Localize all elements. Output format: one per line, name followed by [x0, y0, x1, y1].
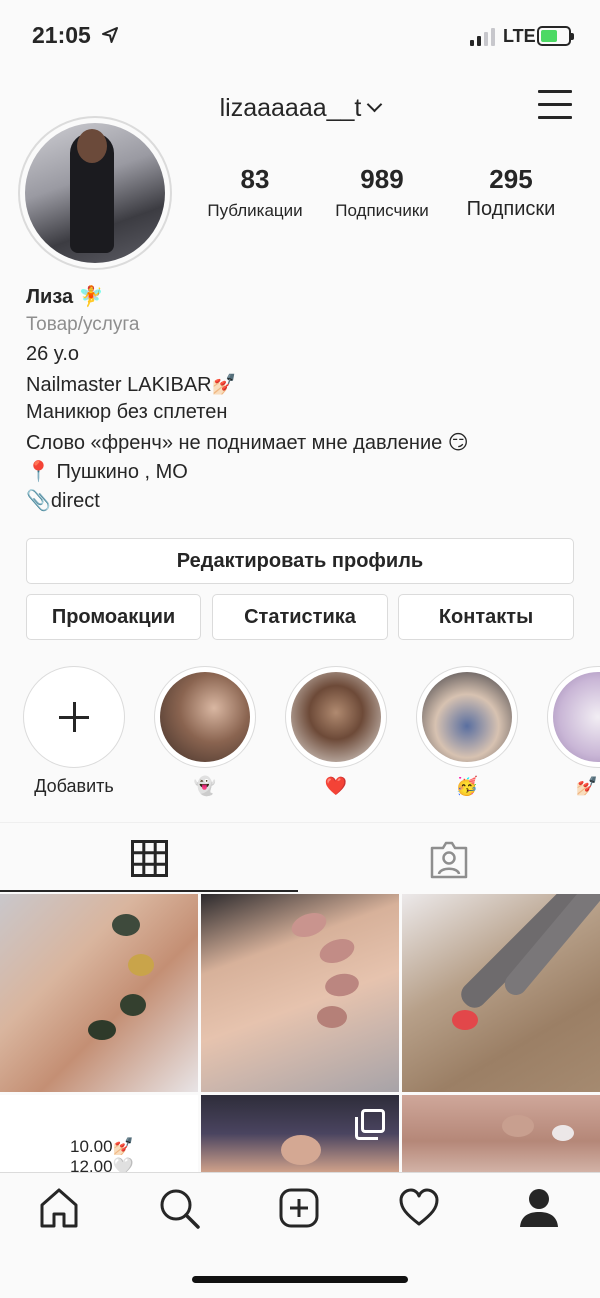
username-label: lizaaaaaa__t	[219, 94, 362, 122]
grid-icon[interactable]	[131, 840, 168, 877]
highlight-label: 💅🏻	[575, 776, 598, 796]
highlight-item[interactable]: ❤️	[285, 666, 387, 797]
profile-tabs	[0, 822, 600, 894]
highlight-add[interactable]: Добавить	[23, 666, 125, 797]
home-indicator	[192, 1276, 408, 1283]
highlight-item[interactable]: 🥳	[416, 666, 518, 797]
profile-name: Лиза 🧚	[26, 286, 104, 308]
grid-post[interactable]	[402, 894, 600, 1092]
highlight-label: Добавить	[34, 776, 114, 796]
highlight-item[interactable]: 💅🏻	[547, 666, 600, 797]
battery-fill	[541, 30, 557, 42]
statistics-button[interactable]: Статистика	[212, 594, 388, 640]
add-highlight-button[interactable]	[23, 666, 125, 768]
activity-heart-icon[interactable]	[398, 1187, 440, 1229]
edit-profile-button[interactable]: Редактировать профиль	[26, 538, 574, 584]
bio-line: Маникюр без сплетен	[26, 401, 228, 423]
highlight-label: ❤️	[324, 776, 348, 796]
stat-posts-label: Публикации	[207, 201, 303, 220]
stat-followers-count: 989	[360, 164, 404, 194]
bio-line: 📎direct	[26, 490, 100, 512]
status-bar: 21:05 LTE	[0, 0, 600, 76]
post-caption: 12.00🤍	[70, 1157, 134, 1172]
plus-icon	[29, 672, 119, 762]
grid-post[interactable]	[201, 1095, 399, 1172]
profile-category: Товар/услуга	[26, 314, 140, 335]
stat-followers[interactable]: 989 Подписчики	[322, 164, 442, 221]
highlight-item[interactable]: 👻	[154, 666, 256, 797]
avatar-image	[25, 123, 165, 263]
grid-post[interactable]: 10.00💅🏻 12.00🤍	[0, 1095, 198, 1172]
bio-line: Слово «френч» не поднимает мне давление …	[26, 432, 469, 454]
grid-post[interactable]	[402, 1095, 600, 1172]
chevron-down-icon	[367, 96, 383, 113]
contacts-button[interactable]: Контакты	[398, 594, 574, 640]
post-caption: 10.00💅🏻	[70, 1137, 134, 1156]
profile-bio: Лиза 🧚 Товар/услуга 26 y.o Nailmaster LA…	[26, 284, 586, 517]
battery-icon	[537, 26, 574, 46]
grid-post[interactable]	[201, 894, 399, 1092]
bio-line: 26 y.o	[26, 343, 79, 365]
hamburger-icon[interactable]	[538, 90, 572, 119]
stat-following-label: Подписки	[466, 198, 556, 220]
multiple-photos-icon	[355, 1109, 385, 1140]
stat-following-count: 295	[489, 164, 533, 194]
stat-posts[interactable]: 83 Публикации	[196, 164, 314, 221]
tagged-icon[interactable]	[430, 841, 468, 879]
search-icon[interactable]	[158, 1187, 200, 1229]
bio-line: 📍 Пушкино , МО	[26, 461, 188, 483]
status-time: 21:05	[32, 22, 91, 48]
stat-followers-label: Подписчики	[335, 201, 429, 220]
profile-icon[interactable]	[518, 1187, 560, 1229]
promotions-button[interactable]: Промоакции	[26, 594, 201, 640]
network-label: LTE	[503, 26, 536, 46]
highlight-label: 👻	[193, 776, 217, 796]
location-arrow-icon	[102, 27, 118, 43]
bio-line: Nailmaster LAKIBAR💅🏻	[26, 374, 237, 396]
active-tab-indicator	[0, 890, 298, 892]
highlight-label: 🥳	[455, 776, 479, 796]
stat-posts-count: 83	[240, 164, 270, 194]
stat-following[interactable]: 295 Подписки	[452, 164, 570, 221]
grid-post[interactable]	[0, 894, 198, 1092]
home-icon[interactable]	[38, 1187, 80, 1229]
avatar[interactable]	[18, 116, 172, 270]
new-post-icon[interactable]	[278, 1187, 320, 1229]
